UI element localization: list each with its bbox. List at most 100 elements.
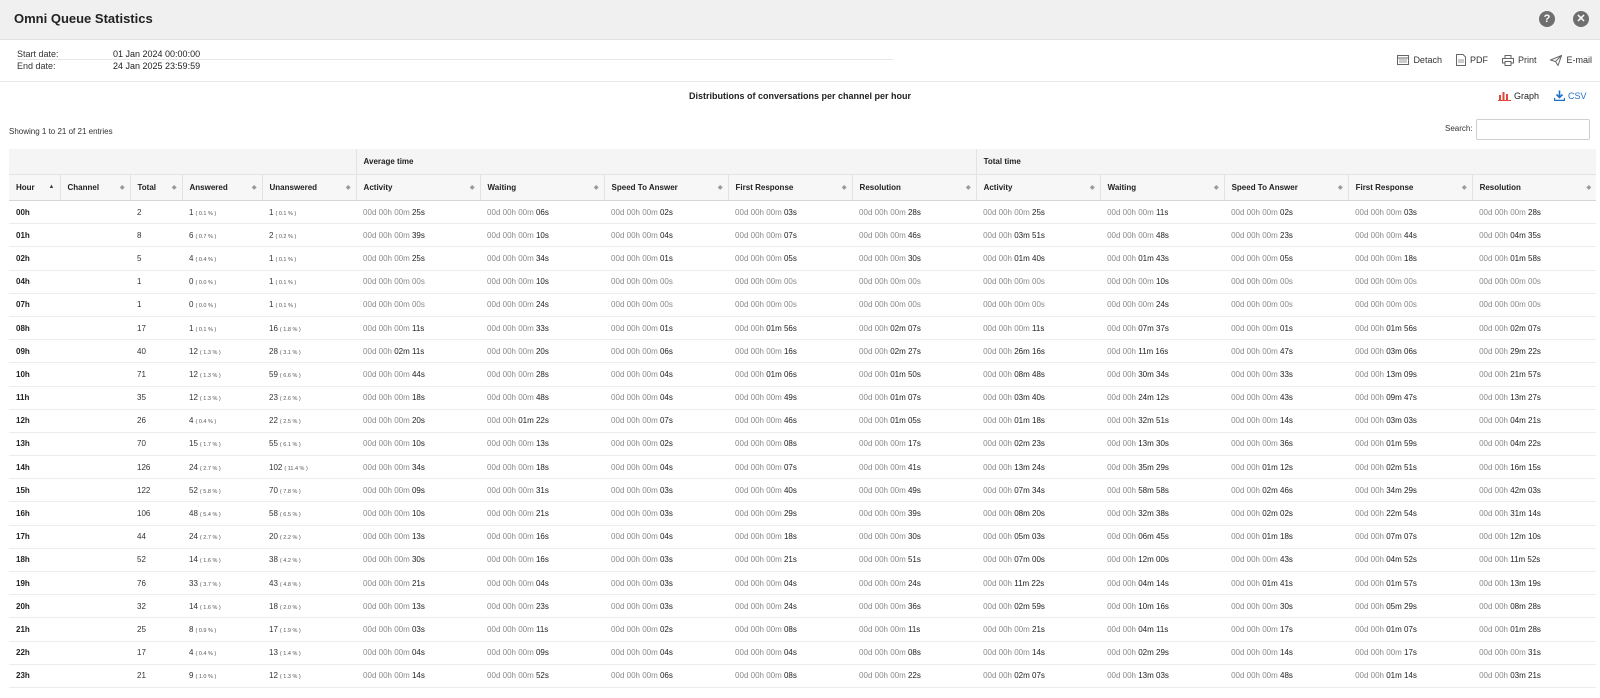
- column-header-avg-activity[interactable]: Activity ◆: [355, 174, 481, 201]
- table-row[interactable]: 14h 126 24( 2.7 % ) 102( 11.4 % ) 00d 00h 00…: [9, 455, 1597, 480]
- sort-icon[interactable]: ◆: [1214, 184, 1219, 191]
- total-time-cell: 00d 00h 05m 03s: [976, 525, 1101, 549]
- total-time-cell: 00d 00h 21m 57s: [1472, 362, 1597, 387]
- column-header-avg-first-response[interactable]: First Response ◆: [727, 174, 853, 201]
- average-time-cell: 00d 00h 00m 13s: [356, 594, 481, 619]
- sort-icon[interactable]: ◆: [1090, 184, 1095, 191]
- duration-value: 00d 00h 00m 39s: [859, 509, 921, 519]
- column-header-total-resolution[interactable]: Resolution ◆: [1471, 174, 1597, 201]
- graph-button[interactable]: Graph: [1498, 90, 1539, 101]
- table-row[interactable]: 22h 17 4( 0.4 % ) 13( 1.4 % ) 00d 00h 00m 04…: [9, 641, 1597, 665]
- sort-icon[interactable]: ◆: [172, 184, 177, 191]
- channel-cell: [60, 641, 130, 665]
- sort-icon[interactable]: ◆: [718, 184, 723, 191]
- table-row[interactable]: 13h 70 15( 1.7 % ) 55( 6.1 % ) 00d 00h 00m 1…: [9, 432, 1597, 457]
- duration-value: 00d 00h 00m 13s: [363, 532, 425, 542]
- column-header-answered[interactable]: Answered ◆: [181, 174, 262, 201]
- total-time-cell: 00d 00h 11m 16s: [1100, 339, 1225, 364]
- column-header-avg-resolution[interactable]: Resolution ◆: [851, 174, 977, 201]
- table-row[interactable]: 19h 76 33( 3.7 % ) 43( 4.8 % ) 00d 00h 00m 2…: [9, 571, 1597, 596]
- column-header-total-first-response[interactable]: First Response ◆: [1347, 174, 1473, 201]
- column-header-avg-waiting[interactable]: Waiting ◆: [479, 174, 605, 201]
- print-button[interactable]: Print: [1501, 54, 1536, 66]
- answered-percent: ( 1.7 % ): [199, 442, 221, 449]
- total-time-cell: 00d 00h 01m 28s: [1472, 617, 1597, 642]
- table-row[interactable]: 21h 25 8( 0.9 % ) 17( 1.9 % ) 00d 00h 00m 03…: [9, 617, 1597, 642]
- sort-icon[interactable]: ◆: [1587, 184, 1592, 191]
- total-time-cell: 00d 00h 00m 00s: [1472, 293, 1597, 317]
- sort-icon[interactable]: ◆: [842, 184, 847, 191]
- total-time-cell: 00d 00h 34m 29s: [1348, 478, 1473, 503]
- table-row[interactable]: 20h 32 14( 1.6 % ) 18( 2.0 % ) 00d 00h 00m 1…: [9, 594, 1597, 619]
- sort-icon[interactable]: ◆: [252, 184, 257, 191]
- table-row[interactable]: 16h 106 48( 5.4 % ) 58( 6.5 % ) 00d 00h 00m …: [9, 501, 1597, 526]
- table-row[interactable]: 04h 1 0( 0.0 % ) 1( 0.1 % ) 00d 00h 00m 00s 0…: [9, 270, 1597, 294]
- table-row[interactable]: 10h 71 12( 1.3 % ) 59( 6.6 % ) 00d 00h 00m 4…: [9, 362, 1597, 387]
- table-row[interactable]: 01h 8 6( 0.7 % ) 2( 0.2 % ) 00d 00h 00m 39s 0…: [9, 223, 1597, 248]
- table-row[interactable]: 08h 17 1( 0.1 % ) 16( 1.8 % ) 00d 00h 00m 11…: [9, 316, 1597, 341]
- table-row[interactable]: 09h 40 12( 1.3 % ) 28( 3.1 % ) 00d 00h 02m 1…: [9, 339, 1597, 364]
- unanswered-cell: 58( 6.5 % ): [262, 501, 357, 526]
- duration-value: 00d 00h 00m 01s: [1231, 323, 1293, 333]
- total-time-cell: 00d 00h 01m 40s: [976, 246, 1101, 271]
- search-label: Search:: [1445, 124, 1473, 133]
- sort-icon[interactable]: ◆: [120, 184, 125, 191]
- column-header-total[interactable]: Total ◆: [129, 174, 182, 201]
- average-time-cell: 00d 00h 00m 06s: [604, 339, 729, 364]
- sort-icon[interactable]: ◆: [594, 184, 599, 191]
- table-row[interactable]: 11h 35 12( 1.3 % ) 23( 2.6 % ) 00d 00h 00m 1…: [9, 386, 1597, 410]
- column-header-hour[interactable]: Hour ▲: [9, 174, 60, 201]
- table-row[interactable]: 18h 52 14( 1.6 % ) 38( 4.2 % ) 00d 00h 00m 3…: [9, 548, 1597, 573]
- pdf-button[interactable]: PDF: [1455, 54, 1488, 66]
- help-icon[interactable]: ?: [1539, 11, 1555, 27]
- email-button[interactable]: E-mail: [1550, 54, 1592, 66]
- sort-icon[interactable]: ◆: [346, 184, 351, 191]
- answered-cell: 0( 0.0 % ): [182, 270, 262, 294]
- average-time-cell: 00d 00h 00m 11s: [852, 617, 977, 642]
- detach-button[interactable]: Detach: [1397, 54, 1442, 66]
- total-time-cell: 00d 00h 03m 06s: [1348, 339, 1473, 364]
- table-row[interactable]: 02h 5 4( 0.4 % ) 1( 0.1 % ) 00d 00h 00m 25s 0…: [9, 246, 1597, 271]
- table-row[interactable]: 23h 21 9( 1.0 % ) 12( 1.3 % ) 00d 00h 00m 14…: [9, 664, 1597, 688]
- column-header-total-speed-to-answer[interactable]: Speed To Answer ◆: [1223, 174, 1349, 201]
- close-icon[interactable]: ✕: [1573, 11, 1589, 27]
- search-input[interactable]: [1476, 119, 1590, 140]
- average-time-cell: 00d 00h 00m 01s: [604, 246, 729, 271]
- answered-count: 1: [189, 207, 194, 217]
- table-row[interactable]: 00h 2 1( 0.1 % ) 1( 0.1 % ) 00d 00h 00m 25s 0…: [9, 200, 1597, 225]
- duration-value: 00d 00h 01m 56s: [1355, 323, 1417, 333]
- answered-cell: 4( 0.4 % ): [182, 246, 262, 271]
- column-header-total-waiting[interactable]: Waiting ◆: [1099, 174, 1225, 201]
- report-actions: Detach PDF Print E-mail: [1397, 54, 1592, 66]
- table-row[interactable]: 07h 1 0( 0.0 % ) 1( 0.1 % ) 00d 00h 00m 00s 0…: [9, 293, 1597, 317]
- csv-button[interactable]: CSV: [1554, 90, 1587, 101]
- duration-value: 00d 00h 00m 46s: [859, 230, 921, 240]
- table-row[interactable]: 15h 122 52( 5.8 % ) 70( 7.8 % ) 00d 00h 00m …: [9, 478, 1597, 503]
- table-row[interactable]: 17h 44 24( 2.7 % ) 20( 2.2 % ) 00d 00h 00m 1…: [9, 525, 1597, 549]
- duration-value: 00d 00h 00m 00s: [611, 300, 673, 310]
- unanswered-cell: 16( 1.8 % ): [262, 316, 357, 341]
- duration-value: 00d 00h 01m 12s: [1231, 462, 1293, 472]
- total-time-cell: 00d 00h 00m 01s: [1224, 316, 1349, 341]
- column-header-unanswered[interactable]: Unanswered ◆: [261, 174, 357, 201]
- sort-icon[interactable]: ◆: [1338, 184, 1343, 191]
- unanswered-cell: 18( 2.0 % ): [262, 594, 357, 619]
- column-header-avg-speed-to-answer[interactable]: Speed To Answer ◆: [603, 174, 729, 201]
- sort-ascending-icon[interactable]: ▲: [49, 184, 55, 190]
- sort-icon[interactable]: ◆: [966, 184, 971, 191]
- unanswered-count: 1: [269, 253, 274, 263]
- sort-icon[interactable]: ◆: [1462, 184, 1467, 191]
- channel-cell: [60, 594, 130, 619]
- table-row[interactable]: 12h 26 4( 0.4 % ) 22( 2.5 % ) 00d 00h 00m 20…: [9, 409, 1597, 433]
- answered-percent: ( 3.7 % ): [199, 581, 221, 588]
- total-time-cell: 00d 00h 00m 10s: [1100, 270, 1225, 294]
- csv-label: CSV: [1568, 90, 1587, 101]
- sort-icon[interactable]: ◆: [470, 184, 475, 191]
- average-time-cell: 00d 00h 02m 11s: [356, 339, 481, 364]
- column-header-total-activity[interactable]: Activity ◆: [975, 174, 1101, 201]
- hour-cell: 12h: [9, 409, 60, 433]
- channel-cell: [60, 200, 130, 225]
- duration-value: 00d 00h 00m 14s: [983, 648, 1045, 658]
- column-header-channel[interactable]: Channel ◆: [59, 174, 130, 201]
- unanswered-count: 38: [269, 555, 278, 565]
